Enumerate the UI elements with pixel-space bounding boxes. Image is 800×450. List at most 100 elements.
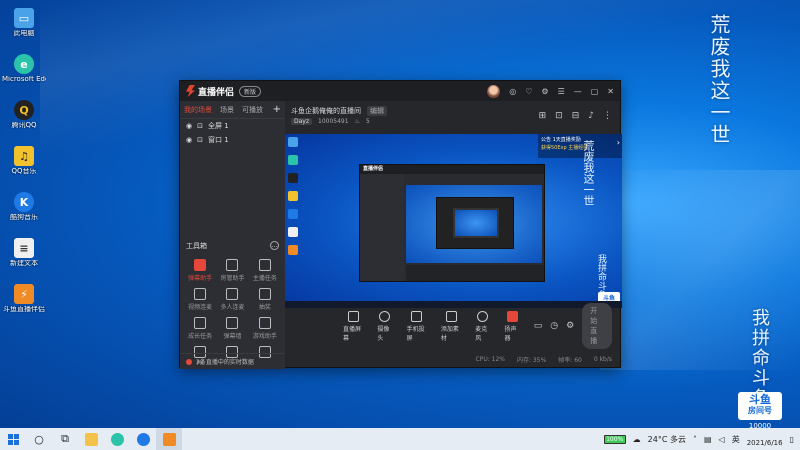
toolbox-header: 工具箱 … <box>186 241 279 251</box>
add-media-button[interactable]: 添加素材 <box>441 310 461 342</box>
lock-icon[interactable]: ⊡ <box>197 136 203 144</box>
taskbar-kugou[interactable] <box>130 428 156 450</box>
gift-icon[interactable]: ⊞ <box>539 111 547 121</box>
text-file-icon: ≡ <box>14 238 34 258</box>
douyu-icon <box>162 432 176 446</box>
clock[interactable]: 2021/6/16 <box>747 430 783 448</box>
media-icon <box>445 310 457 322</box>
version-badge[interactable]: 新版 <box>239 85 262 97</box>
camera-button[interactable]: 摄像头 <box>377 310 392 342</box>
settings-icon[interactable]: ⚙ <box>541 87 548 96</box>
room-title-row: 斗鱼企鹅俺俺的直播间 编辑 <box>291 106 387 116</box>
desktop-icon-douyu[interactable]: ⚡ 斗鱼直播伴侣 <box>3 284 45 326</box>
douyu-room-badge: 斗鱼 房间号 10000 <box>738 392 782 430</box>
tool-label: 主播任务 <box>252 275 277 282</box>
weather-icon: ☁ <box>632 434 641 444</box>
taskbar-explorer[interactable] <box>78 428 104 450</box>
desktop-icon-qq-music[interactable]: ♫ QQ音乐 <box>4 146 44 188</box>
settings-icon[interactable]: ⚙ <box>566 321 574 331</box>
tool-danmaku-assistant[interactable]: 弹幕助手 <box>184 259 216 282</box>
tab-my-scene[interactable]: 我的场景 <box>184 105 212 115</box>
desktop-icon-edge[interactable]: e Microsoft Edge <box>2 54 46 96</box>
tool-label: 弹幕墙 <box>223 333 242 340</box>
category-tag[interactable]: Dayz <box>291 118 312 125</box>
tool-danmaku-wall[interactable]: 弹幕墙 <box>216 317 248 340</box>
qq-music-icon: ♫ <box>14 146 34 166</box>
nested-inner-window <box>436 197 514 249</box>
ime-indicator[interactable]: 英 <box>732 434 740 445</box>
tool-game-assistant[interactable]: 游戏助手 <box>249 317 281 340</box>
nested-app-titlebar: 直播伴侣 <box>360 165 544 174</box>
start-live-button[interactable]: 开始直播 <box>582 303 612 349</box>
screen-capture-button[interactable]: 直播屏幕 <box>343 310 363 342</box>
more-icon[interactable]: ⋮ <box>603 111 612 121</box>
network-icon[interactable]: ▤ <box>704 435 712 444</box>
speaker-button[interactable]: 扬声器 <box>504 310 519 342</box>
add-scene-icon[interactable]: + <box>273 104 281 115</box>
task-view-button[interactable]: ⧉ <box>52 428 78 450</box>
tool-label: 成长任务 <box>188 333 213 340</box>
speaker-icon <box>506 310 518 322</box>
search-button[interactable]: ○ <box>26 428 52 450</box>
tab-scene[interactable]: 场景 <box>220 105 234 115</box>
desktop-icon-kugou[interactable]: K 酷狗音乐 <box>4 192 44 234</box>
nested-app-sidebar <box>360 174 404 281</box>
maximize-icon[interactable]: ▢ <box>591 87 599 96</box>
weather-text[interactable]: 24°C 多云 <box>648 434 686 445</box>
chevron-up-icon[interactable]: ˄ <box>693 435 697 444</box>
tab-playable[interactable]: 可播放 <box>242 105 263 115</box>
stream-preview[interactable]: 直播伴侣 公告 1天直播奖励 获得50Exp 主播经验 › 荒废我这一世 我拼命… <box>285 134 622 308</box>
edge-icon <box>110 432 124 446</box>
tool-label: 抽奖 <box>258 304 271 311</box>
battery-indicator[interactable]: 100% <box>603 434 626 444</box>
eye-icon[interactable]: ◉ <box>186 122 192 130</box>
record-icon[interactable]: ▭ <box>534 321 543 331</box>
desktop-icon-qq[interactable]: Q 腾讯QQ <box>4 100 44 142</box>
desktop-icon-text-file[interactable]: ≡ 新建文本 <box>4 238 44 280</box>
start-button[interactable] <box>0 428 26 450</box>
video-link-icon <box>194 288 207 300</box>
minimize-icon[interactable]: — <box>574 87 582 96</box>
desktop-icon-label: Microsoft Edge <box>2 76 46 83</box>
tool-lottery[interactable]: 抽奖 <box>249 288 281 311</box>
message-icon[interactable]: ◎ <box>509 87 516 96</box>
bell-icon[interactable]: ♪ <box>588 111 594 121</box>
growth-icon <box>194 317 207 329</box>
source-item[interactable]: ◉ ⊡ 全屏 1 <box>180 119 285 133</box>
toolbox-more-icon[interactable]: … <box>270 241 279 250</box>
tool-room-admin[interactable]: 房管助手 <box>216 259 248 282</box>
search-icon: ○ <box>34 432 44 446</box>
eye-icon[interactable]: ◉ <box>186 136 192 144</box>
danmaku-icon <box>194 259 207 271</box>
volume-icon[interactable]: ◁ <box>719 435 725 444</box>
chevron-right-icon[interactable]: › <box>617 138 620 147</box>
desktop-icon-this-pc[interactable]: ▭ 此电脑 <box>4 8 44 50</box>
tool-anchor-task[interactable]: 主播任务 <box>249 259 281 282</box>
control-label: 直播屏幕 <box>343 325 362 342</box>
menu-icon[interactable]: ☰ <box>558 87 565 96</box>
skin-icon[interactable]: ♡ <box>525 87 532 96</box>
edit-room-button[interactable]: 编辑 <box>367 106 387 116</box>
phone-cast-button[interactable]: 手机投屏 <box>407 310 427 342</box>
notification-icon[interactable]: ▯ <box>790 435 794 444</box>
status-bitrate: 0 kb/s <box>593 356 612 363</box>
microphone-button[interactable]: 麦克风 <box>475 310 490 342</box>
cart-icon[interactable]: ⊟ <box>572 111 580 121</box>
status-cpu: CPU: 12% <box>475 356 505 363</box>
tool-growth-task[interactable]: 成长任务 <box>184 317 216 340</box>
lock-icon[interactable]: ⊡ <box>197 122 203 130</box>
tool-video-link[interactable]: 视频连麦 <box>184 288 216 311</box>
taskbar-douyu[interactable] <box>156 428 182 450</box>
control-label: 摄像头 <box>377 325 390 342</box>
tool-label: 房管助手 <box>220 275 245 282</box>
monitor-icon <box>347 310 359 322</box>
live-data-footer[interactable]: 3条直播中的实时数据 <box>180 353 285 369</box>
source-item[interactable]: ◉ ⊡ 窗口 1 <box>180 133 285 147</box>
taskbar-edge[interactable] <box>104 428 130 450</box>
user-avatar[interactable] <box>487 84 501 98</box>
tool-multi-link[interactable]: 多人连麦 <box>216 288 248 311</box>
lock-icon[interactable]: ⊡ <box>555 111 563 121</box>
close-icon[interactable]: ✕ <box>607 87 614 96</box>
timer-icon[interactable]: ◷ <box>550 321 558 331</box>
desktop-icon-label: QQ音乐 <box>11 168 37 175</box>
